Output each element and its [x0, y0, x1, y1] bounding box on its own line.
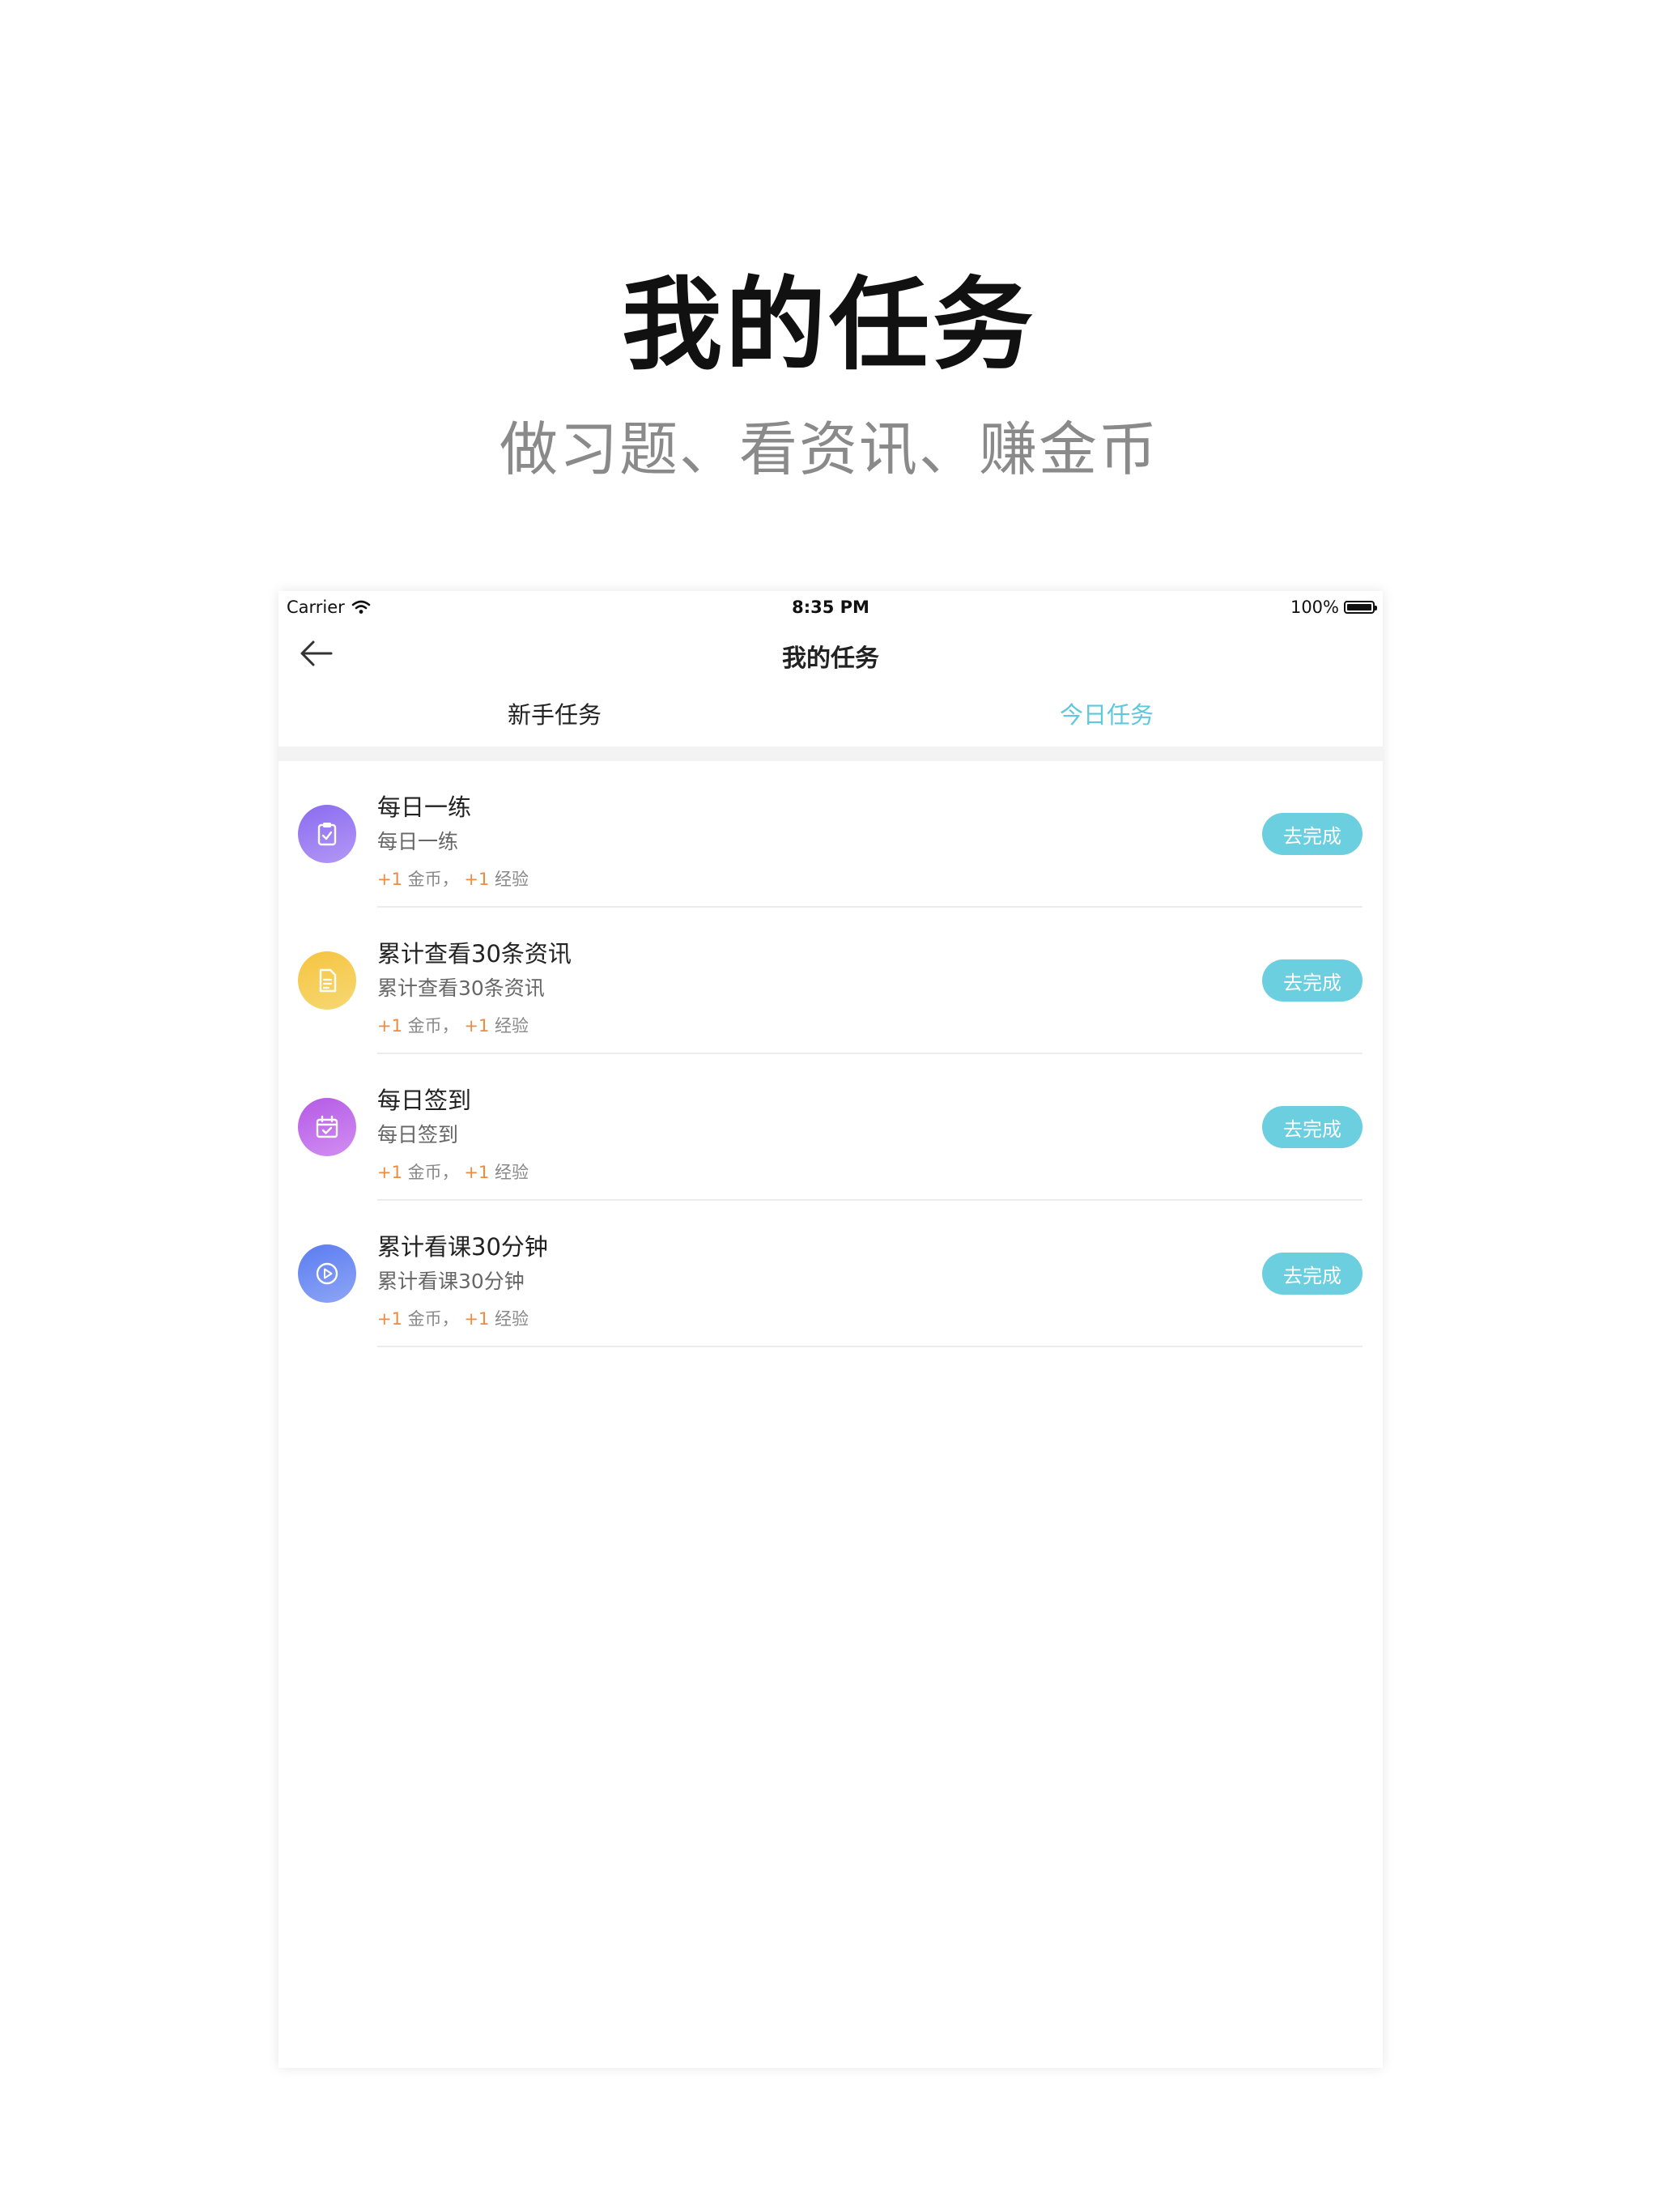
task-list: 每日一练 每日一练 +1 金币， +1 经验 去完成 累计查看30条资讯 累计查…: [278, 761, 1383, 1347]
task-description: 累计查看30条资讯: [377, 976, 545, 1000]
go-complete-button[interactable]: 去完成: [1262, 1253, 1363, 1295]
task-row: 累计看课30分钟 累计看课30分钟 +1 金币， +1 经验 去完成: [278, 1201, 1383, 1347]
exp-reward-value: +1: [464, 1016, 490, 1036]
battery-percent: 100%: [1290, 598, 1339, 617]
document-icon: [319, 968, 337, 993]
device-screen: Carrier 8:35 PM 100% 我的任务 新手任务 今日任务 每日一练…: [278, 591, 1383, 2068]
task-tabs: 新手任务 今日任务: [278, 683, 1383, 747]
battery-icon: [1344, 601, 1377, 614]
exp-reward-value: +1: [464, 870, 490, 889]
coin-reward-label: 金币，: [407, 870, 459, 889]
tabs-separator: [278, 747, 1383, 761]
nav-bar: 我的任务: [278, 623, 1383, 683]
task-row: 每日签到 每日签到 +1 金币， +1 经验 去完成: [278, 1054, 1383, 1201]
tab-newbie-tasks[interactable]: 新手任务: [278, 683, 831, 747]
task-icon-badge: [298, 805, 356, 863]
task-description: 每日签到: [377, 1123, 459, 1146]
task-reward: +1 金币， +1 经验: [377, 1159, 529, 1184]
coin-reward-label: 金币，: [407, 1163, 459, 1182]
task-description: 累计看课30分钟: [377, 1270, 525, 1293]
exp-reward-label: 经验: [495, 1309, 529, 1329]
task-description: 每日一练: [377, 830, 459, 853]
task-icon-badge: [298, 951, 356, 1010]
coin-reward-value: +1: [377, 1163, 402, 1182]
coin-reward-value: +1: [377, 870, 402, 889]
exp-reward-value: +1: [464, 1163, 490, 1182]
promo-subtitle: 做习题、看资讯、赚金币: [499, 415, 1158, 483]
coin-reward-value: +1: [377, 1309, 402, 1329]
coin-reward-label: 金币，: [407, 1309, 459, 1329]
coin-reward-label: 金币，: [407, 1016, 459, 1036]
status-bar: Carrier 8:35 PM 100%: [278, 591, 1383, 623]
go-complete-button[interactable]: 去完成: [1262, 959, 1363, 1002]
nav-title: 我的任务: [782, 644, 879, 673]
exp-reward-label: 经验: [495, 1163, 529, 1182]
task-reward: +1 金币， +1 经验: [377, 866, 529, 891]
go-complete-button[interactable]: 去完成: [1262, 813, 1363, 855]
exp-reward-label: 经验: [495, 1016, 529, 1036]
task-title: 累计看课30分钟: [377, 1233, 548, 1261]
play-circle-icon: [316, 1262, 338, 1285]
status-time: 8:35 PM: [792, 598, 869, 617]
promo-title: 我的任务: [621, 266, 1036, 384]
task-row: 每日一练 每日一练 +1 金币， +1 经验 去完成: [278, 761, 1383, 908]
task-icon-badge: [298, 1098, 356, 1156]
task-row: 累计查看30条资讯 累计查看30条资讯 +1 金币， +1 经验 去完成: [278, 908, 1383, 1054]
task-title: 每日签到: [377, 1087, 472, 1114]
task-title: 每日一练: [377, 793, 472, 821]
coin-reward-value: +1: [377, 1016, 402, 1036]
status-battery: 100%: [1290, 598, 1377, 617]
task-reward: +1 金币， +1 经验: [377, 1306, 529, 1330]
clipboard-check-icon: [317, 823, 337, 846]
exp-reward-label: 经验: [495, 870, 529, 889]
task-icon-badge: [298, 1244, 356, 1303]
calendar-check-icon: [316, 1115, 338, 1138]
row-divider: [377, 1346, 1363, 1347]
task-reward: +1 金币， +1 经验: [377, 1013, 529, 1037]
tab-daily-tasks[interactable]: 今日任务: [831, 683, 1383, 747]
exp-reward-value: +1: [464, 1309, 490, 1329]
task-title: 累计查看30条资讯: [377, 940, 572, 968]
go-complete-button[interactable]: 去完成: [1262, 1106, 1363, 1148]
